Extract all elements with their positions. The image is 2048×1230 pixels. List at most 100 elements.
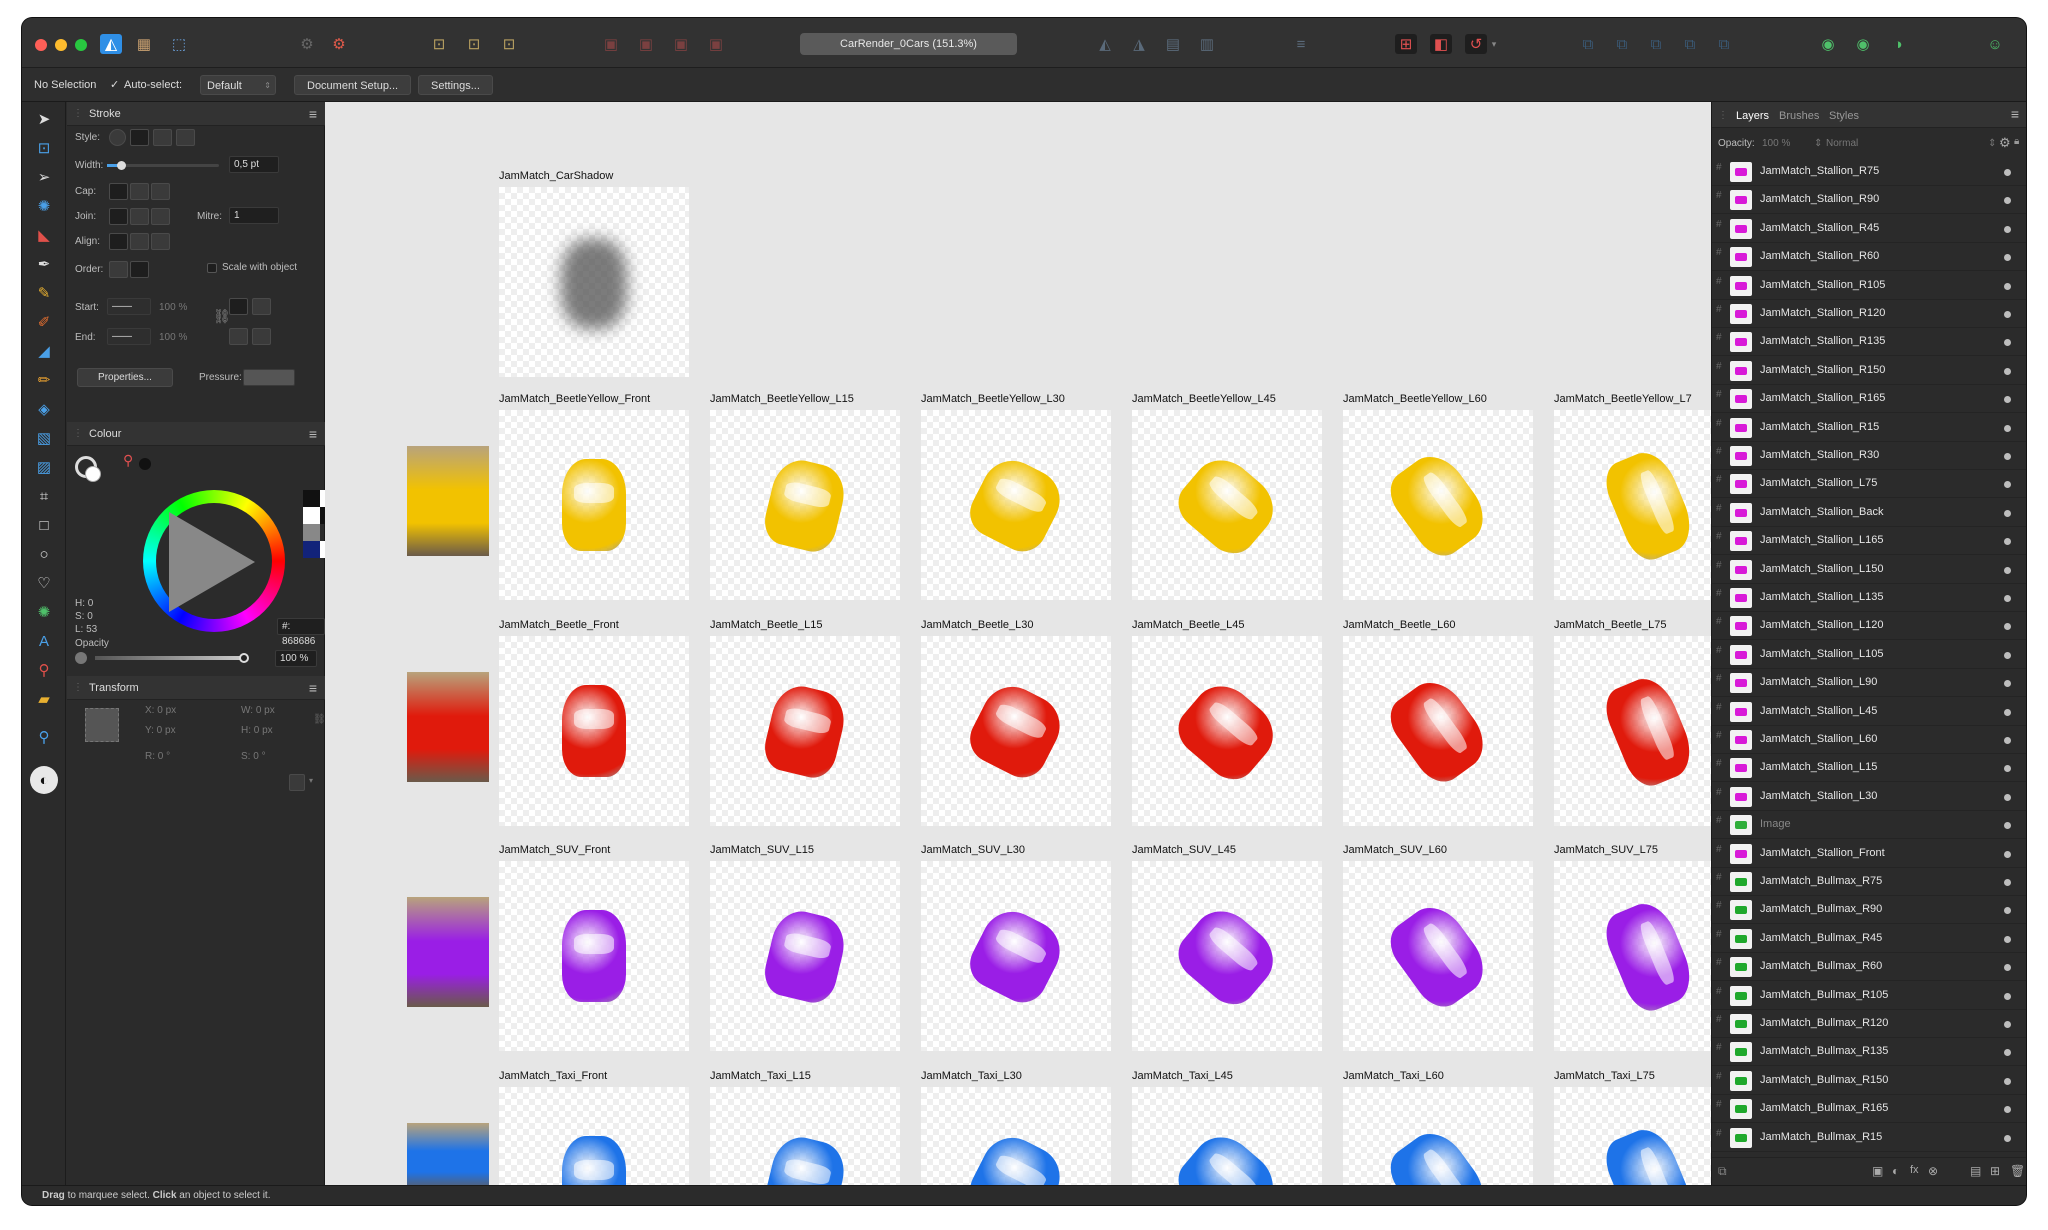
select-layer-icon[interactable]: ⊡ — [463, 34, 485, 54]
artboard-label[interactable]: JamMatch_SUV_L60 — [1343, 844, 1447, 856]
adjustment-icon[interactable]: ◐ — [1892, 1164, 1899, 1178]
layer-row[interactable]: # JamMatch_Stallion_R45 — [1712, 215, 2026, 243]
artboard[interactable] — [921, 636, 1111, 826]
car-render-image[interactable] — [562, 910, 626, 1002]
artboard[interactable] — [1554, 410, 1711, 600]
artboard-label[interactable]: JamMatch_SUV_L75 — [1554, 844, 1658, 856]
car-render-image[interactable] — [562, 685, 626, 777]
layer-visibility-toggle[interactable] — [2004, 396, 2011, 404]
corner-tool-icon[interactable]: ✺ — [33, 195, 55, 217]
layer-visibility-toggle[interactable] — [2004, 538, 2011, 546]
car-render-image[interactable] — [759, 1131, 851, 1185]
layer-row[interactable]: # JamMatch_Stallion_L165 — [1712, 527, 2026, 556]
document-setup-button[interactable]: Document Setup... — [294, 75, 412, 95]
arrowhead-align-icon[interactable] — [229, 328, 248, 345]
layer-row[interactable]: # Image — [1712, 811, 2026, 840]
delete-layer-icon[interactable]: 🗑︎ — [2010, 1164, 2025, 1178]
properties-button[interactable]: Properties... — [77, 368, 173, 387]
artboard[interactable] — [1343, 410, 1533, 600]
crop-tool-icon[interactable]: ⌗ — [33, 485, 55, 507]
pen-tool-icon[interactable]: ✒ — [33, 253, 55, 275]
colour-wheel[interactable] — [143, 490, 285, 632]
layer-visibility-toggle[interactable] — [2004, 566, 2011, 574]
artboard[interactable] — [1132, 861, 1322, 1051]
layer-options-icon[interactable]: ⧉ — [1718, 1164, 1727, 1179]
tab-layers[interactable]: Layers — [1736, 110, 1769, 122]
scale-with-object-checkbox[interactable] — [207, 263, 217, 273]
layer-visibility-toggle[interactable] — [2004, 850, 2011, 858]
artboard-label[interactable]: JamMatch_BeetleYellow_L15 — [710, 393, 854, 405]
car-render-image[interactable] — [961, 1127, 1071, 1185]
lock-icon[interactable]: 🔒︎ — [2014, 136, 2019, 147]
rotate-left-icon[interactable]: ▤ — [1162, 34, 1184, 54]
artboard-label[interactable]: JamMatch_BeetleYellow_L45 — [1132, 393, 1276, 405]
car-render-image[interactable] — [1380, 1122, 1496, 1185]
car-render-image[interactable] — [1380, 671, 1496, 791]
layer-row[interactable]: # JamMatch_Stallion_R135 — [1712, 328, 2026, 357]
settings-gear-icon[interactable]: ⚙ — [296, 34, 318, 54]
artboard[interactable] — [710, 636, 900, 826]
snapping-candidates-icon[interactable]: ◧ — [1430, 34, 1452, 54]
layer-row[interactable]: # JamMatch_Stallion_L15 — [1712, 754, 2026, 783]
align-center-icon[interactable] — [109, 233, 128, 250]
layer-row[interactable]: # JamMatch_Stallion_L105 — [1712, 641, 2026, 669]
layer-visibility-toggle[interactable] — [2004, 367, 2011, 375]
layer-visibility-toggle[interactable] — [2004, 1077, 2011, 1085]
layer-row[interactable]: # JamMatch_Stallion_Front — [1712, 840, 2026, 868]
auto-select-checkbox[interactable]: ✓ — [110, 77, 119, 94]
layer-visibility-toggle[interactable] — [2004, 964, 2011, 972]
measure-tool-icon[interactable]: ▰ — [33, 688, 55, 710]
flip-horizontal-icon[interactable]: ◭ — [1094, 34, 1116, 54]
layer-visibility-toggle[interactable] — [2004, 509, 2011, 517]
artboard[interactable] — [921, 410, 1111, 600]
stroke-dash-icon[interactable] — [153, 129, 172, 146]
layer-row[interactable]: # JamMatch_Stallion_Back — [1712, 499, 2026, 527]
artboard-label[interactable]: JamMatch_SUV_L15 — [710, 844, 814, 856]
layer-visibility-toggle[interactable] — [2004, 765, 2011, 773]
artboard[interactable] — [499, 410, 689, 600]
start-scale-value[interactable]: 100 % — [159, 302, 187, 313]
artboard-label[interactable]: JamMatch_Taxi_L60 — [1343, 1070, 1444, 1082]
opacity-slider[interactable] — [95, 653, 249, 663]
pixel-persona-icon[interactable]: ▦ — [133, 34, 155, 54]
artboard-label[interactable]: JamMatch_Taxi_L15 — [710, 1070, 811, 1082]
artboard-label[interactable]: JamMatch_Beetle_L15 — [710, 619, 823, 631]
layer-visibility-toggle[interactable] — [2004, 424, 2011, 432]
layer-row[interactable]: # JamMatch_Stallion_R75 — [1712, 158, 2026, 186]
place-image-tool-icon[interactable]: ▧ — [33, 427, 55, 449]
select-same-icon[interactable]: ⊡ — [498, 34, 520, 54]
colour-swatch-icon[interactable]: ◐ — [30, 766, 58, 794]
sync-settings-icon[interactable]: ⚙ — [328, 34, 350, 54]
reference-thumbnail[interactable] — [407, 897, 489, 1007]
reference-thumbnail[interactable] — [407, 1123, 489, 1185]
artboard-label[interactable]: JamMatch_Beetle_Front — [499, 619, 619, 631]
blend-options-gear-icon[interactable]: ⚙ — [1999, 135, 2011, 151]
layer-visibility-toggle[interactable] — [2004, 1021, 2011, 1028]
layer-visibility-toggle[interactable] — [2004, 708, 2011, 716]
layer-visibility-toggle[interactable] — [2004, 197, 2011, 205]
car-render-image[interactable] — [562, 459, 626, 551]
vector-brush-tool-icon[interactable]: ✐ — [33, 311, 55, 333]
hex-input[interactable]: #: 868686 — [277, 618, 325, 647]
artboard[interactable] — [1554, 1087, 1711, 1185]
artboard[interactable] — [1343, 636, 1533, 826]
layer-opacity-value[interactable]: 100 % — [1762, 138, 1790, 149]
arrange-front-icon[interactable]: ⧉ — [1577, 34, 1599, 54]
settings-button[interactable]: Settings... — [418, 75, 493, 95]
auto-select-dropdown[interactable]: Default ⇕ — [200, 75, 276, 95]
car-render-image[interactable] — [759, 680, 851, 782]
artboard-label[interactable]: JamMatch_Taxi_L30 — [921, 1070, 1022, 1082]
x-input[interactable]: X: 0 px — [145, 705, 176, 716]
layer-visibility-toggle[interactable] — [2004, 1106, 2011, 1114]
layer-row[interactable]: # JamMatch_Bullmax_R105 — [1712, 982, 2026, 1010]
export-persona-icon[interactable]: ⬚ — [168, 34, 190, 54]
align-icon[interactable]: ≡ — [1290, 34, 1312, 54]
place-image-icon[interactable]: ▨ — [33, 456, 55, 478]
car-render-image[interactable] — [961, 901, 1071, 1011]
aspect-lock-icon[interactable]: ⛓ — [313, 714, 326, 725]
blend-mode-select[interactable]: Normal — [1826, 138, 1858, 149]
order-behind-icon[interactable] — [109, 261, 128, 278]
layer-row[interactable]: # JamMatch_Bullmax_R150 — [1712, 1067, 2026, 1095]
select-bounds-icon[interactable]: ⊡ — [428, 34, 450, 54]
artboard-label[interactable]: JamMatch_Beetle_L75 — [1554, 619, 1667, 631]
